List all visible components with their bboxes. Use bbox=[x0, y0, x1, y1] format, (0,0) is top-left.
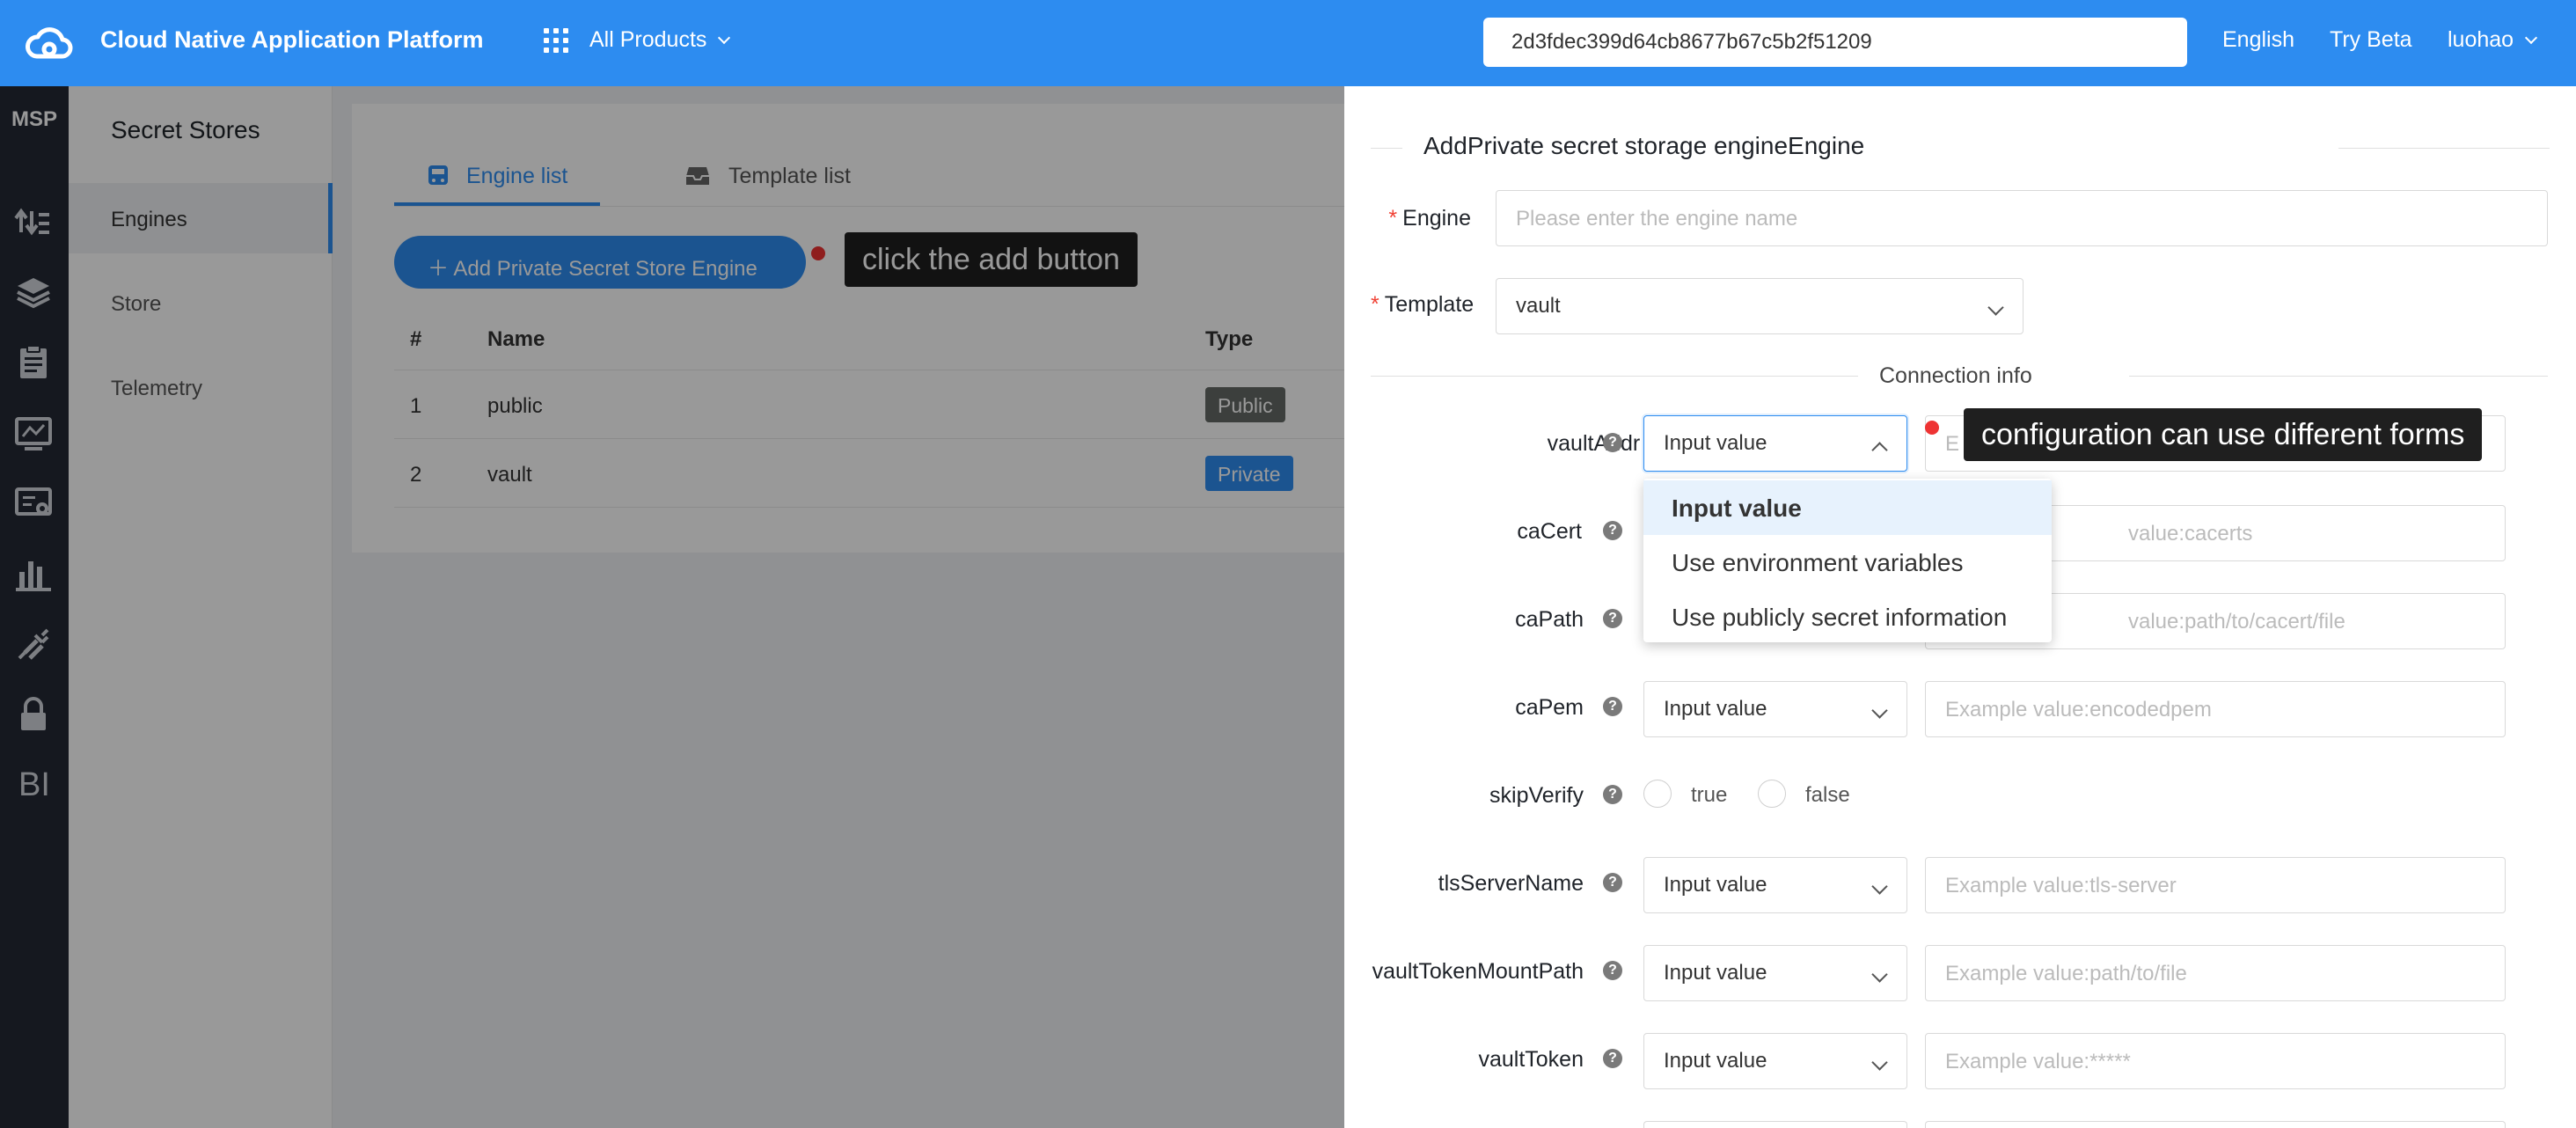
capem-input[interactable]: Example value:encodedpem bbox=[1925, 681, 2506, 737]
vaulttokenmountpath-mode-select[interactable]: Input value bbox=[1643, 945, 1907, 1001]
radio-true-label: true bbox=[1691, 783, 1728, 807]
chevron-down-icon bbox=[1987, 299, 2004, 316]
template-label-text: Template bbox=[1384, 292, 1475, 317]
template-value: vault bbox=[1516, 294, 1561, 318]
help-icon[interactable]: ? bbox=[1603, 521, 1622, 540]
search-input[interactable]: 2d3fdec399d64cb8677b67c5b2f51209 bbox=[1483, 18, 2187, 67]
section-line bbox=[2129, 376, 2548, 377]
help-icon[interactable]: ? bbox=[1603, 433, 1622, 452]
chevron-down-icon bbox=[1871, 702, 1888, 719]
drawer-title: AddPrivate secret storage engineEngine bbox=[1423, 132, 1865, 159]
hint-tooltip: configuration can use different forms bbox=[1964, 408, 2483, 461]
template-label: * Template bbox=[1371, 292, 1475, 318]
all-products-label: All Products bbox=[589, 27, 707, 52]
all-products-menu[interactable]: All Products bbox=[589, 27, 731, 53]
field-label-capem: caPem bbox=[1515, 695, 1584, 720]
tlsservername-mode-select[interactable]: Input value bbox=[1643, 857, 1907, 913]
chevron-down-icon bbox=[1871, 966, 1888, 983]
chevron-down-icon bbox=[718, 31, 731, 45]
vaultaddr-mode-select[interactable]: Input value bbox=[1643, 415, 1907, 472]
mode-value: Input value bbox=[1664, 697, 1767, 721]
help-icon[interactable]: ? bbox=[1603, 1049, 1622, 1068]
engine-label-text: Engine bbox=[1402, 206, 1471, 231]
apps-grid-icon[interactable] bbox=[544, 28, 568, 53]
connection-info-title: Connection info bbox=[1879, 363, 2032, 388]
field-label-cacert: caCert bbox=[1517, 519, 1582, 544]
field-name: vaultAddr bbox=[1547, 431, 1641, 456]
capath-placeholder: value:path/to/cacert/file bbox=[2128, 610, 2345, 634]
mode-dropdown: Input value Use environment variables Us… bbox=[1643, 479, 2052, 642]
section-line bbox=[1371, 148, 1402, 149]
option-input-value[interactable]: Input value bbox=[1643, 480, 2052, 535]
field-label-tlsservername: tlsServerName bbox=[1438, 871, 1584, 896]
chevron-down-icon bbox=[1871, 878, 1888, 895]
field-label-vaulttokenmountpath: vaultTokenMountPath bbox=[1372, 959, 1584, 984]
section-line bbox=[2338, 148, 2550, 149]
field-label-skipverify: skipVerify bbox=[1489, 783, 1584, 808]
option-public-secret[interactable]: Use publicly secret information bbox=[1643, 590, 2052, 644]
section-line bbox=[1371, 376, 1858, 377]
field-label-vaulttoken: vaultToken bbox=[1478, 1047, 1584, 1072]
help-icon[interactable]: ? bbox=[1603, 873, 1622, 892]
add-engine-drawer: AddPrivate secret storage engineEngine *… bbox=[1344, 86, 2576, 1128]
help-icon[interactable]: ? bbox=[1603, 961, 1622, 980]
cloud-logo-icon[interactable] bbox=[23, 18, 76, 70]
vaulttoken-input[interactable]: Example value:***** bbox=[1925, 1033, 2506, 1089]
user-menu[interactable]: luohao bbox=[2448, 27, 2538, 53]
next-mode-select[interactable] bbox=[1643, 1121, 1907, 1128]
help-icon[interactable]: ? bbox=[1603, 697, 1622, 716]
hint-marker bbox=[1925, 421, 1939, 435]
mode-value: Input value bbox=[1664, 961, 1767, 985]
field-label-capath: caPath bbox=[1515, 607, 1584, 632]
help-icon[interactable]: ? bbox=[1603, 785, 1622, 804]
user-name: luohao bbox=[2448, 27, 2514, 52]
language-switch[interactable]: English bbox=[2222, 27, 2294, 53]
cacert-placeholder: value:cacerts bbox=[2128, 522, 2253, 546]
next-input[interactable] bbox=[1925, 1121, 2506, 1128]
mode-value: Input value bbox=[1664, 1049, 1767, 1073]
required-mark: * bbox=[1371, 292, 1379, 317]
option-environment-variables[interactable]: Use environment variables bbox=[1643, 535, 2052, 590]
mode-value: Input value bbox=[1664, 873, 1767, 897]
vaulttoken-mode-select[interactable]: Input value bbox=[1643, 1033, 1907, 1089]
radio-true[interactable] bbox=[1643, 780, 1672, 808]
engine-label: * Engine bbox=[1388, 206, 1471, 231]
top-bar: Cloud Native Application Platform All Pr… bbox=[0, 0, 2576, 86]
chevron-down-icon bbox=[2524, 31, 2538, 45]
drawer-mask[interactable] bbox=[0, 86, 1344, 1128]
radio-false[interactable] bbox=[1758, 780, 1786, 808]
chevron-down-icon bbox=[1871, 1054, 1888, 1071]
app-title: Cloud Native Application Platform bbox=[100, 26, 484, 53]
capem-mode-select[interactable]: Input value bbox=[1643, 681, 1907, 737]
template-select[interactable]: vault bbox=[1496, 278, 2023, 334]
required-mark: * bbox=[1388, 206, 1398, 231]
help-icon[interactable]: ? bbox=[1603, 609, 1622, 628]
try-beta-link[interactable]: Try Beta bbox=[2330, 27, 2412, 53]
vaulttokenmountpath-input[interactable]: Example value:path/to/file bbox=[1925, 945, 2506, 1001]
chevron-up-icon bbox=[1871, 442, 1888, 458]
engine-name-input[interactable]: Please enter the engine name bbox=[1496, 190, 2548, 246]
radio-false-label: false bbox=[1805, 783, 1850, 807]
mode-value: Input value bbox=[1664, 431, 1767, 455]
tlsservername-input[interactable]: Example value:tls-server bbox=[1925, 857, 2506, 913]
